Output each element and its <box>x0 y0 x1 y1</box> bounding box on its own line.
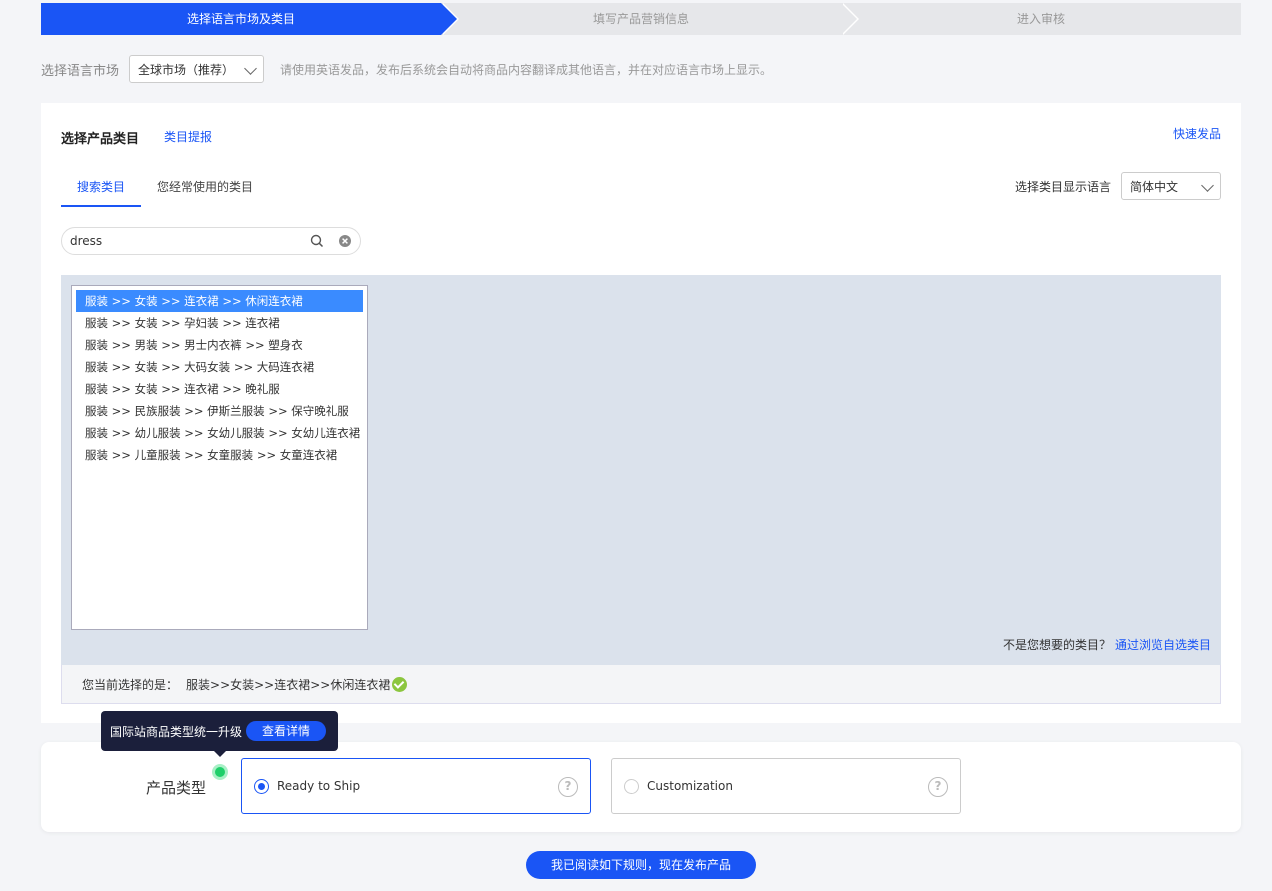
tooltip-text: 国际站商品类型统一升级 <box>110 724 243 739</box>
category-tabs: 搜索类目 您经常使用的类目 <box>61 171 269 207</box>
language-market-row: 选择语言市场 全球市场（推荐） 请使用英语发品，发布后系统会自动将商品内容翻译成… <box>41 55 772 83</box>
option-ready-to-ship[interactable]: Ready to Ship ? <box>241 758 591 814</box>
help-icon[interactable]: ? <box>558 777 578 797</box>
list-item[interactable]: 服装 >> 女装 >> 孕妇装 >> 连衣裙 <box>76 312 363 334</box>
category-result-list: 服装 >> 女装 >> 连衣裙 >> 休闲连衣裙 服装 >> 女装 >> 孕妇装… <box>71 285 368 630</box>
step-marketing-info: 填写产品营销信息 <box>441 3 859 35</box>
search-value: dress <box>70 234 103 248</box>
clear-icon[interactable] <box>338 234 352 248</box>
browse-category-link[interactable]: 通过浏览自选类目 <box>1115 638 1211 652</box>
tab-search-category[interactable]: 搜索类目 <box>61 171 142 207</box>
step-label: 选择语言市场及类目 <box>186 12 295 26</box>
step-label: 填写产品营销信息 <box>592 12 689 26</box>
option-label: Customization <box>647 779 733 793</box>
current-selection: 您当前选择的是： 服装>>女装>>连衣裙>>休闲连衣裙 <box>61 665 1221 704</box>
language-market-value: 全球市场（推荐） <box>138 62 235 77</box>
step-review: 进入审核 <box>841 3 1241 35</box>
option-label: Ready to Ship <box>277 779 361 793</box>
check-circle-icon <box>392 676 408 692</box>
list-item[interactable]: 服装 >> 民族服装 >> 伊斯兰服装 >> 保守晚礼服 <box>76 400 363 422</box>
view-details-button[interactable]: 查看详情 <box>246 721 327 741</box>
chevron-down-icon <box>244 62 257 75</box>
step-label: 进入审核 <box>1016 12 1065 26</box>
list-item[interactable]: 服装 >> 男装 >> 男士内衣裤 >> 塑身衣 <box>76 334 363 356</box>
display-language: 选择类目显示语言 简体中文 <box>1015 172 1221 200</box>
progress-steps: 选择语言市场及类目 填写产品营销信息 进入审核 <box>41 3 1241 35</box>
publish-button[interactable]: 我已阅读如下规则，现在发布产品 <box>526 851 756 879</box>
language-market-label: 选择语言市场 <box>41 63 120 79</box>
display-language-select[interactable]: 简体中文 <box>1121 172 1221 200</box>
list-item[interactable]: 服装 >> 女装 >> 连衣裙 >> 晚礼服 <box>76 378 363 400</box>
product-type-label: 产品类型 <box>146 779 207 797</box>
category-card: 选择产品类目 类目提报 快速发品 搜索类目 您经常使用的类目 选择类目显示语言 … <box>41 103 1241 723</box>
chevron-down-icon <box>1201 179 1214 192</box>
search-icon[interactable] <box>310 234 324 248</box>
search-result-panel: 服装 >> 女装 >> 连衣裙 >> 休闲连衣裙 服装 >> 女装 >> 孕妇装… <box>61 275 1221 665</box>
category-search-input[interactable]: dress <box>61 227 361 255</box>
list-item[interactable]: 服装 >> 幼儿服装 >> 女幼儿服装 >> 女幼儿连衣裙 <box>76 422 363 444</box>
list-item[interactable]: 服装 >> 女装 >> 大码女装 >> 大码连衣裙 <box>76 356 363 378</box>
list-item[interactable]: 服装 >> 儿童服装 >> 女童服装 >> 女童连衣裙 <box>76 444 363 466</box>
category-suggest-link[interactable]: 类目提报 <box>164 128 212 145</box>
radio-button[interactable] <box>254 778 269 794</box>
display-language-label: 选择类目显示语言 <box>1014 179 1111 194</box>
not-wanted-row: 不是您想要的类目？ 通过浏览自选类目 <box>1003 636 1211 653</box>
radio-button[interactable] <box>624 778 639 794</box>
language-market-select[interactable]: 全球市场（推荐） <box>129 55 265 83</box>
upgrade-tooltip: 国际站商品类型统一升级 查看详情 <box>101 711 338 757</box>
list-item[interactable]: 服装 >> 女装 >> 连衣裙 >> 休闲连衣裙 <box>76 290 363 312</box>
step-select-category: 选择语言市场及类目 <box>41 3 459 35</box>
help-icon[interactable]: ? <box>928 777 948 797</box>
option-customization[interactable]: Customization ? <box>611 758 961 814</box>
category-title: 选择产品类目 <box>61 132 140 147</box>
display-language-value: 简体中文 <box>1130 179 1179 194</box>
new-feature-dot-icon[interactable] <box>212 764 228 780</box>
quick-publish-link[interactable]: 快速发品 <box>1173 125 1221 142</box>
current-selection-value: 服装>>女装>>连衣裙>>休闲连衣裙 <box>186 677 391 692</box>
current-selection-label: 您当前选择的是： <box>82 677 179 692</box>
language-market-tip: 请使用英语发品，发布后系统会自动将商品内容翻译成其他语言，并在对应语言市场上显示… <box>280 62 773 77</box>
tab-frequent-category[interactable]: 您经常使用的类目 <box>141 171 269 207</box>
not-wanted-text: 不是您想要的类目？ <box>1002 638 1111 652</box>
